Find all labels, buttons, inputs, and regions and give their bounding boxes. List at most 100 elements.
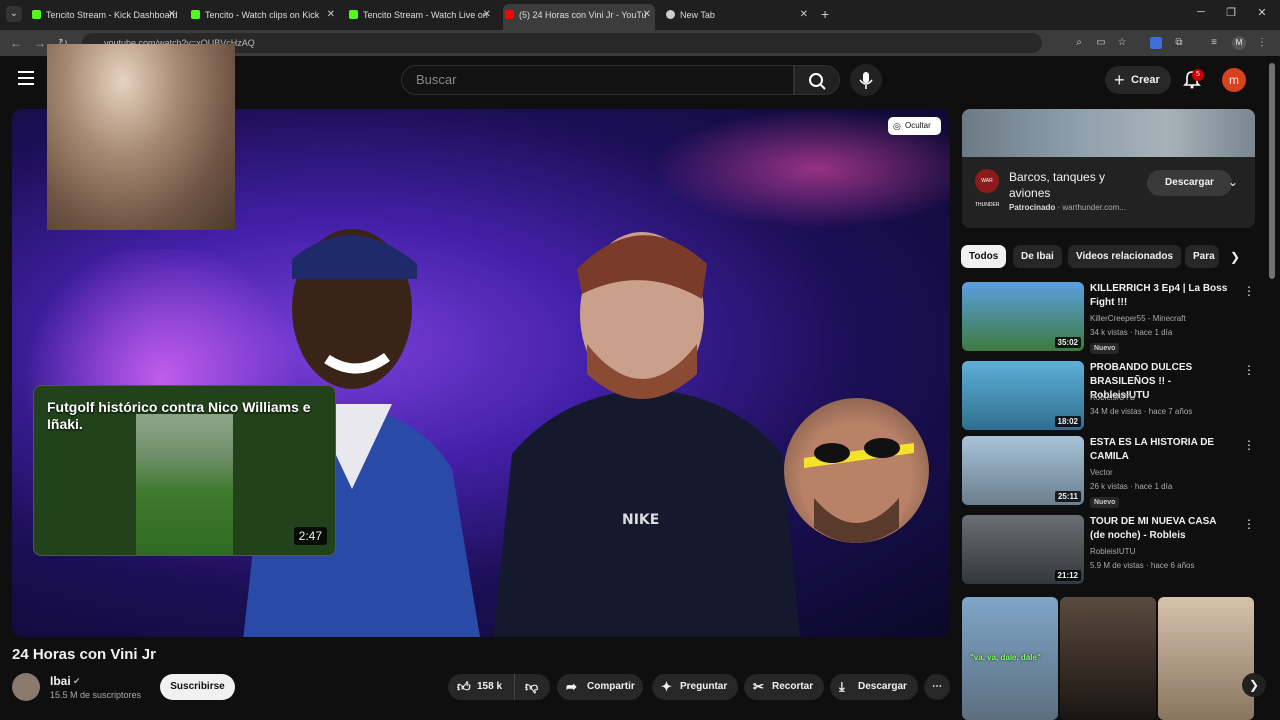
- clip-button[interactable]: ✂ Recortar: [744, 674, 824, 700]
- download-icon: ⤓: [839, 679, 845, 694]
- back-icon[interactable]: ←: [10, 36, 22, 50]
- reading-list-icon[interactable]: ≡: [1208, 37, 1220, 49]
- create-button[interactable]: + Crear: [1105, 66, 1171, 94]
- chip-from-ibai[interactable]: De Ibai: [1013, 245, 1062, 268]
- recommendation-meta: 5.9 M de vistas · hace 6 años: [1090, 561, 1195, 570]
- new-tab-button[interactable]: +: [821, 6, 829, 22]
- ad-title[interactable]: Barcos, tanques y aviones: [1009, 169, 1124, 201]
- thumbnail-duration: 18:02: [1054, 416, 1081, 427]
- chip-for-you[interactable]: Para: [1185, 245, 1219, 268]
- chip-related[interactable]: Videos relacionados: [1068, 245, 1182, 268]
- suggestion-title: Futgolf histórico contra Nico Williams e…: [47, 399, 311, 432]
- tab-title: Tencito Stream - Watch Live on: [363, 10, 488, 20]
- recommendation-channel: KillerCreeper55 - Minecraft: [1090, 314, 1186, 323]
- kick-icon: [32, 10, 41, 19]
- close-tab-icon[interactable]: ✕: [800, 4, 808, 26]
- video-thumbnail: 18:02: [962, 361, 1084, 430]
- ad-download-button[interactable]: Descargar: [1147, 170, 1232, 196]
- close-tab-icon[interactable]: ✕: [168, 4, 176, 26]
- hide-button[interactable]: ◎ Ocultar: [888, 117, 941, 135]
- zoom-icon[interactable]: ⌕: [1073, 37, 1085, 49]
- channel-avatar[interactable]: [12, 673, 40, 701]
- recommendation-item[interactable]: 21:12 TOUR DE MI NUEVA CASA (de noche) -…: [962, 515, 1255, 587]
- short-thumbnail[interactable]: [1158, 597, 1254, 720]
- close-tab-icon[interactable]: ✕: [483, 4, 491, 26]
- thumbnail-duration: 25:11: [1054, 491, 1081, 502]
- recommendation-channel: RobleisIUTU: [1090, 393, 1136, 402]
- like-button[interactable]: 👍︎ 158 k: [448, 674, 514, 700]
- more-vert-icon[interactable]: ⋮: [1243, 284, 1255, 298]
- tab-search-menu-button[interactable]: ⌄: [6, 6, 22, 22]
- short-caption: "va, va, dale, dale": [970, 653, 1041, 662]
- more-vert-icon[interactable]: ⋮: [1243, 438, 1255, 452]
- menu-icon[interactable]: [18, 71, 34, 85]
- search-button[interactable]: [794, 65, 840, 95]
- sponsored-ad-card[interactable]: WAR THUNDER Barcos, tanques y aviones Pa…: [962, 109, 1255, 228]
- cast-icon[interactable]: ▭: [1095, 37, 1107, 49]
- recommendation-title: TOUR DE MI NUEVA CASA (de noche) - Roble…: [1090, 516, 1217, 541]
- streamer-cam-overlay: [784, 398, 929, 543]
- forward-icon[interactable]: →: [34, 36, 46, 50]
- video-thumbnail: 35:02: [962, 282, 1084, 351]
- close-tab-icon[interactable]: ✕: [643, 4, 651, 26]
- voice-search-button[interactable]: [850, 64, 882, 96]
- search-input[interactable]: Buscar: [401, 65, 794, 95]
- extensions-puzzle-icon[interactable]: ⧉: [1173, 37, 1185, 49]
- thumbnail-duration: 21:12: [1054, 570, 1081, 581]
- subscribe-button[interactable]: Suscribirse: [160, 674, 235, 700]
- short-thumbnail[interactable]: "va, va, dale, dale": [962, 597, 1058, 720]
- bookmark-star-icon[interactable]: ☆: [1116, 37, 1128, 49]
- more-vert-icon[interactable]: ⋮: [1243, 363, 1255, 377]
- account-avatar[interactable]: m: [1222, 68, 1246, 92]
- clip-label: Recortar: [772, 681, 814, 692]
- restore-icon[interactable]: ❐: [1223, 6, 1239, 19]
- webcam-overlay: [47, 44, 235, 230]
- hide-label: Ocultar: [905, 121, 931, 130]
- ad-domain: warthunder.com...: [1062, 203, 1126, 212]
- recommendation-meta: 34 M de vistas · hace 7 años: [1090, 407, 1193, 416]
- tab-title: New Tab: [680, 10, 715, 20]
- shorts-next-button[interactable]: ❯: [1242, 673, 1266, 697]
- extension-icon[interactable]: [1150, 37, 1162, 49]
- endscreen-suggestion-card[interactable]: Futgolf histórico contra Nico Williams e…: [33, 385, 336, 556]
- dislike-button[interactable]: 👎︎: [514, 674, 550, 700]
- recommendation-item[interactable]: 35:02 KILLERRICH 3 Ep4 | La Boss Fight !…: [962, 282, 1255, 354]
- ad-sponsor-line: Patrocinado · warthunder.com...: [1009, 203, 1126, 212]
- create-label: Crear: [1131, 74, 1160, 86]
- browser-tab-active[interactable]: (5) 24 Horas con Vini Jr - YouTu ✕: [503, 4, 655, 30]
- chevron-right-icon[interactable]: ❯: [1230, 250, 1240, 264]
- short-thumbnail[interactable]: [1060, 597, 1156, 720]
- browser-profile-avatar[interactable]: M: [1232, 36, 1246, 50]
- recommendation-channel: RobleisIUTU: [1090, 547, 1136, 556]
- youtube-icon: [505, 10, 514, 19]
- recommendation-item[interactable]: 18:02 PROBANDO DULCES BRASILEÑOS !! - Ro…: [962, 361, 1255, 433]
- close-window-icon[interactable]: ✕: [1254, 6, 1270, 19]
- browser-tab[interactable]: Tencito - Watch clips on Kick ✕: [189, 4, 339, 26]
- minimize-icon[interactable]: ─: [1193, 6, 1209, 18]
- download-label: Descargar: [858, 681, 907, 692]
- more-vert-icon[interactable]: ⋮: [1243, 517, 1255, 531]
- more-actions-button[interactable]: ⋯: [924, 674, 950, 700]
- browser-menu-icon[interactable]: ⋮: [1256, 37, 1268, 49]
- close-tab-icon[interactable]: ✕: [327, 4, 335, 26]
- browser-tab[interactable]: Tencito Stream - Kick Dashboard ✕: [30, 4, 180, 26]
- chip-all[interactable]: Todos: [961, 245, 1007, 268]
- scissors-icon: ✂: [753, 679, 764, 694]
- page-scrollbar[interactable]: [1269, 63, 1275, 279]
- video-thumbnail: 21:12: [962, 515, 1084, 584]
- channel-name[interactable]: Ibai: [50, 674, 71, 688]
- ask-button[interactable]: ✦ Preguntar: [652, 674, 738, 700]
- verified-icon: ✔: [73, 676, 81, 686]
- download-button[interactable]: ⤓ Descargar: [830, 674, 918, 700]
- tab-title: Tencito Stream - Kick Dashboard: [46, 10, 178, 20]
- share-button[interactable]: ➦ Compartir: [557, 674, 643, 700]
- browser-tab[interactable]: New Tab ✕: [664, 4, 812, 26]
- browser-tab[interactable]: Tencito Stream - Watch Live on ✕: [347, 4, 495, 26]
- like-count: 158 k: [477, 681, 503, 692]
- ask-label: Preguntar: [680, 681, 728, 692]
- recommendation-item[interactable]: 25:11 ESTA ES LA HISTORIA DE CAMILA Vect…: [962, 436, 1255, 508]
- recommendation-title: KILLERRICH 3 Ep4 | La Boss Fight !!!: [1090, 283, 1228, 308]
- more-horizontal-icon: ⋯: [932, 681, 942, 692]
- chevron-down-icon[interactable]: ⌄: [1228, 175, 1238, 189]
- video-person-right: NIKE: [493, 232, 801, 637]
